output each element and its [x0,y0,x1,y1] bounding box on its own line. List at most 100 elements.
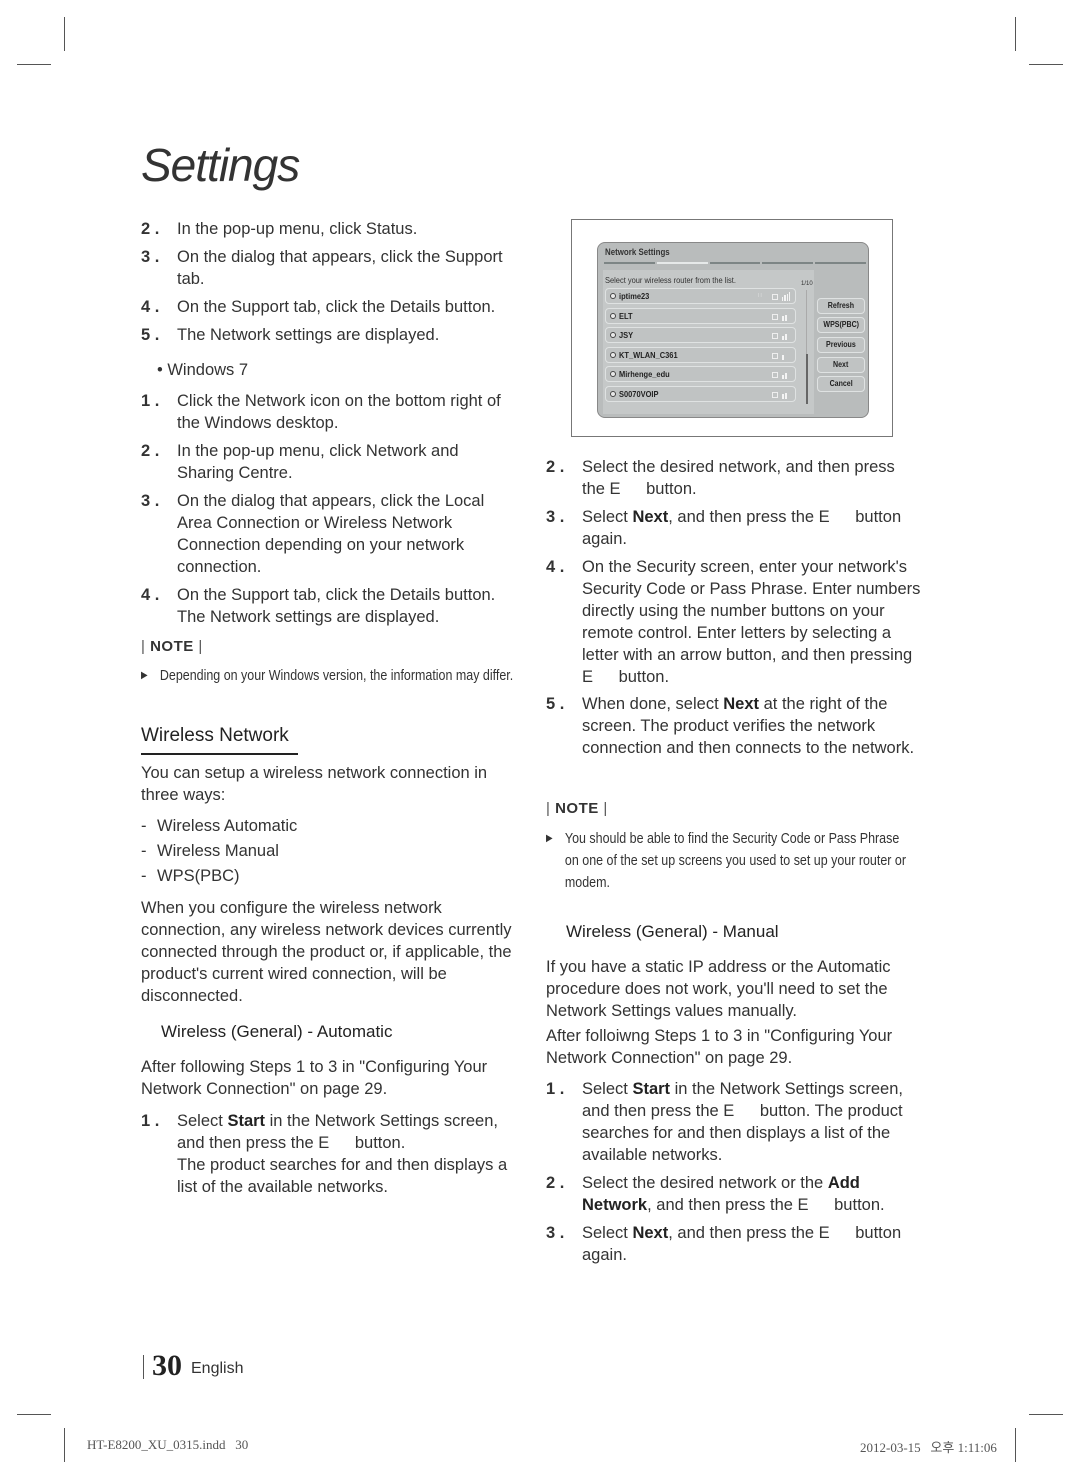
step-text: The Network settings are displayed. [177,326,440,344]
step-number: 4 . [546,558,565,576]
cancel-button[interactable]: Cancel [817,376,865,392]
signal-strength-icon [782,370,790,379]
network-name: JSY [619,330,634,340]
network-settings-panel: Network Settings Select your wireless ro… [597,242,869,418]
step-tab [604,262,655,264]
network-row[interactable]: ELT [605,307,796,324]
next-button[interactable]: Next [817,357,865,373]
page-number-divider [143,1355,144,1379]
network-name: S0070VOIP [619,388,659,399]
step-text: On the Support tab, click the Details bu… [177,586,496,626]
heading-underline [141,753,298,755]
security-lock-icon [772,333,778,339]
network-name: ELT [619,310,633,321]
network-list: Select your wireless router from the lis… [603,270,814,414]
step-number: 3 . [546,508,565,526]
step-text: Select Start in the Network Settings scr… [177,1112,508,1196]
step-number: 4 . [141,298,160,316]
step-number: 2 . [141,442,160,460]
radio-icon[interactable] [610,371,616,377]
radio-icon[interactable] [610,351,616,358]
enter-key-icon: E [582,668,594,686]
enter-key-icon: E [797,1196,809,1214]
step-number: 3 . [546,1224,565,1242]
step-tab [815,262,866,264]
network-row[interactable]: KT_WLAN_C361 [605,346,796,363]
step-number: 5 . [546,695,565,713]
step-text: Select Next, and then press the E button… [582,1224,902,1264]
ui-label: Next [632,508,669,526]
crop-mark [1015,1428,1016,1462]
crop-mark [1029,1414,1063,1415]
panel-title: Network Settings [605,247,670,257]
signal-strength-icon [782,292,790,301]
wps-icon: ∷ [758,293,762,299]
step-text: Select Next, and then press the E button… [582,508,902,548]
radio-icon[interactable] [610,332,616,338]
previous-button[interactable]: Previous [817,337,865,353]
triangle-bullet-icon: ▶ [546,833,553,844]
crop-mark [17,64,51,65]
page-number: 30 [152,1349,182,1382]
step-tab [762,262,814,264]
step-text: On the dialog that appears, click the Lo… [177,492,485,576]
step-text: On the Security screen, enter your netwo… [582,558,921,686]
crop-mark [17,1414,51,1415]
note-item: ▶ Depending on your Windows version, the… [141,665,519,687]
wireless-network-heading: Wireless Network [141,725,289,746]
radio-icon[interactable] [610,293,616,299]
wps-pbc-button[interactable]: WPS(PBC) [817,317,865,333]
auto-heading: Wireless (General) - Automatic [161,1022,393,1041]
step-text: When done, select Next at the right of t… [582,695,915,757]
enter-key-icon: E [318,1134,330,1152]
wireless-warning: When you configure the wireless network … [141,899,512,1005]
step-text: In the pop-up menu, click Status. [177,220,418,238]
step-text: On the Support tab, click the Details bu… [177,298,496,316]
refresh-button[interactable]: Refresh [817,298,865,314]
step-number: 1 . [141,1112,160,1130]
signal-strength-icon [782,331,790,340]
step-number: 2 . [546,1174,565,1192]
security-lock-icon [772,391,778,398]
security-lock-icon [772,313,778,320]
step-text: Click the Network icon on the bottom rig… [177,392,501,432]
instruction-text: Select your wireless router from the lis… [605,275,736,285]
radio-icon[interactable] [610,312,616,319]
ui-label: Next [723,695,760,713]
step-number: 5 . [141,326,160,344]
ui-label: Next [632,1224,669,1242]
step-text: In the pop-up menu, click Network and Sh… [177,442,459,482]
security-lock-icon [772,372,778,378]
scrollbar-thumb[interactable] [806,354,808,404]
crop-mark [1029,64,1063,65]
step-number: 2 . [546,458,565,476]
signal-strength-icon [782,351,790,360]
step-tab [656,262,708,264]
step-text: Select Start in the Network Settings scr… [582,1080,903,1164]
note-heading: | NOTE | [546,800,608,817]
start-label: Start [227,1112,266,1130]
enter-key-icon: E [723,1102,735,1120]
step-number: 2 . [141,220,160,238]
slug-filename: HT-E8200_XU_0315.indd 30 [87,1437,249,1452]
signal-strength-icon [782,312,790,321]
radio-icon[interactable] [610,390,616,397]
signal-strength-icon [782,390,790,399]
step-text: Select the desired network, and then pre… [582,458,895,498]
step-text: Select the desired network or the Add Ne… [582,1174,885,1214]
manual-intro: If you have a static IP address or the A… [546,958,891,1020]
step-number: 1 . [546,1080,565,1098]
step-number: 3 . [141,492,160,510]
network-row[interactable]: JSY [605,327,796,343]
crop-mark [64,17,65,51]
ui-label: Start [632,1080,671,1098]
security-lock-icon [772,352,778,359]
step-number: 1 . [141,392,160,410]
security-lock-icon [772,294,778,300]
network-row[interactable]: Mirhenge_edu [605,366,796,382]
slug-datetime: 2012-03-15 오후 1:11:06 [860,1440,997,1455]
network-row[interactable]: iptime23 ∷ [605,288,796,304]
network-row[interactable]: S0070VOIP [605,385,796,402]
auto-intro: After following Steps 1 to 3 in "Configu… [141,1058,488,1098]
step-number: 4 . [141,586,160,604]
